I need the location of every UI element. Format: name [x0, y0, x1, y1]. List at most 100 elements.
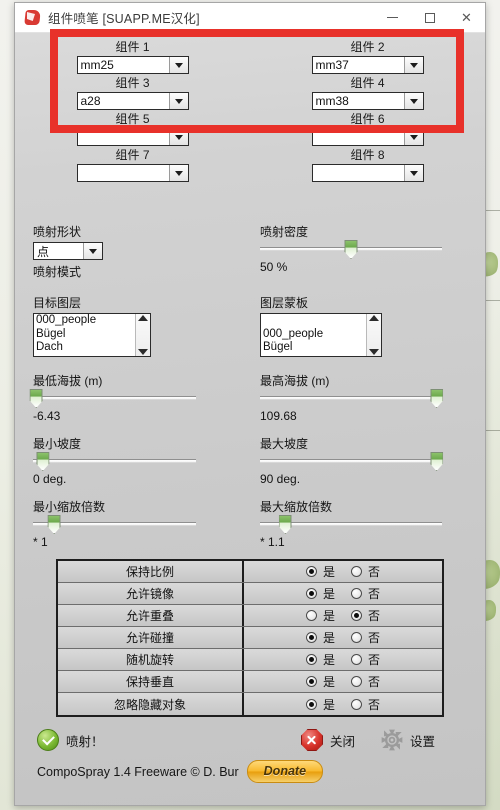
scroll-down-icon[interactable] — [369, 349, 379, 355]
slider-track — [33, 396, 196, 400]
radio-yes[interactable] — [305, 632, 317, 643]
table-row: 允许重叠 是 否 — [58, 605, 442, 627]
list-item[interactable]: 000_people — [263, 328, 366, 342]
listbox-scrollbar[interactable] — [366, 314, 381, 356]
slider-thumb[interactable] — [344, 240, 358, 259]
donate-button[interactable]: Donate — [246, 760, 324, 783]
component-3-dropdown[interactable]: a28 — [76, 92, 189, 110]
radio-no[interactable] — [351, 610, 362, 621]
min-slope-slider[interactable] — [33, 452, 196, 471]
radio-no[interactable] — [351, 698, 362, 710]
no-label: 否 — [368, 587, 381, 601]
spray-button[interactable]: 喷射！ — [37, 729, 104, 751]
slider-thumb[interactable] — [36, 452, 50, 471]
max-slope-slider[interactable] — [260, 452, 444, 471]
radio-no[interactable] — [351, 654, 362, 665]
target-layer-items: 000_people Bügel Dach — [34, 314, 135, 356]
component-2-label: 组件 2 — [350, 40, 385, 54]
chevron-down-icon[interactable] — [168, 165, 188, 181]
yes-label: 是 — [322, 675, 335, 689]
max-altitude-label: 最高海拔 (m) — [260, 374, 330, 388]
chevron-down-icon[interactable] — [83, 243, 102, 259]
min-scale-group: 最小缩放倍数 * 1 — [15, 498, 250, 549]
target-layer-group: 目标图层 000_people Bügel Dach — [15, 294, 250, 357]
list-item[interactable]: Dach — [36, 341, 135, 355]
list-item[interactable]: Bügel — [263, 341, 366, 355]
spray-shape-dropdown[interactable]: 点 — [33, 242, 103, 260]
list-item[interactable] — [263, 314, 366, 328]
radio-no[interactable] — [351, 566, 362, 577]
dialog-footer: 喷射！ 关闭 设置 CompoSpray 1.4 Freeware © D. B… — [15, 717, 485, 783]
option-label: 允许重叠 — [58, 605, 244, 626]
target-layer-listbox[interactable]: 000_people Bügel Dach — [33, 313, 151, 357]
settings-button[interactable]: 设置 — [381, 729, 435, 751]
chevron-down-icon[interactable] — [168, 93, 188, 109]
chevron-down-icon[interactable] — [403, 129, 423, 145]
window-controls: ✕ — [374, 3, 485, 32]
yes-label: 是 — [322, 653, 335, 667]
radio-no[interactable] — [351, 588, 362, 599]
spray-density-slider[interactable] — [260, 240, 442, 259]
component-4-dropdown[interactable]: mm38 — [311, 92, 424, 110]
scroll-up-icon[interactable] — [369, 315, 379, 321]
spray-shape-value: 点 — [37, 244, 50, 259]
chevron-down-icon[interactable] — [168, 57, 188, 73]
component-slot-8: 组件 8 — [250, 147, 485, 183]
min-altitude-group: 最低海拔 (m) -6.43 — [15, 372, 250, 423]
scroll-up-icon[interactable] — [138, 315, 148, 321]
title-bar: 组件喷笔 [SUAPP.ME汉化] ✕ — [15, 3, 485, 33]
slider-thumb[interactable] — [430, 452, 444, 471]
max-scale-value: * 1.1 — [260, 535, 285, 549]
scroll-down-icon[interactable] — [138, 349, 148, 355]
layer-mask-listbox[interactable]: 000_people Bügel — [260, 313, 382, 357]
chevron-down-icon[interactable] — [168, 129, 188, 145]
chevron-down-icon[interactable] — [403, 93, 423, 109]
close-button[interactable]: 关闭 — [300, 729, 355, 751]
radio-yes[interactable] — [305, 698, 317, 710]
min-altitude-slider[interactable] — [29, 389, 196, 408]
radio-no[interactable] — [351, 632, 362, 643]
component-6-dropdown[interactable] — [311, 128, 424, 146]
chevron-down-icon[interactable] — [403, 165, 423, 181]
min-scale-label: 最小缩放倍数 — [33, 500, 106, 514]
radio-yes[interactable] — [305, 654, 317, 665]
radio-yes[interactable] — [305, 588, 317, 599]
footer-actions: 喷射！ 关闭 设置 — [15, 729, 485, 751]
list-item[interactable]: Bügel — [36, 328, 135, 342]
radio-yes[interactable] — [305, 566, 317, 577]
component-8-dropdown[interactable] — [311, 164, 424, 182]
yes-label: 是 — [322, 565, 335, 579]
table-row: 忽略隐藏对象 是 否 — [58, 693, 442, 715]
maximize-button[interactable] — [411, 3, 448, 32]
component-2-value: mm37 — [315, 58, 349, 72]
max-altitude-group: 最高海拔 (m) 109.68 — [250, 372, 485, 423]
chevron-down-icon[interactable] — [403, 57, 423, 73]
component-1-dropdown[interactable]: mm25 — [76, 56, 189, 74]
list-item[interactable]: 000_people — [36, 314, 135, 328]
component-5-dropdown[interactable] — [76, 128, 189, 146]
min-scale-slider[interactable] — [33, 515, 196, 534]
max-scale-slider[interactable] — [260, 515, 442, 534]
component-row: 组件 3 a28 组件 4 mm38 — [15, 75, 485, 111]
listbox-scrollbar[interactable] — [135, 314, 150, 356]
min-altitude-label: 最低海拔 (m) — [33, 374, 103, 388]
component-row: 组件 5 组件 6 — [15, 111, 485, 147]
slider-thumb[interactable] — [47, 515, 61, 534]
option-label: 允许碰撞 — [58, 627, 244, 648]
slider-thumb[interactable] — [278, 515, 292, 534]
min-scale-value: * 1 — [33, 535, 48, 549]
slider-thumb[interactable] — [29, 389, 43, 408]
radio-yes[interactable] — [305, 676, 317, 687]
no-label: 否 — [368, 565, 381, 579]
slider-thumb[interactable] — [430, 389, 444, 408]
close-icon[interactable]: ✕ — [448, 3, 485, 32]
yes-label: 是 — [322, 587, 335, 601]
component-7-dropdown[interactable] — [76, 164, 189, 182]
minimize-button[interactable] — [374, 3, 411, 32]
max-altitude-slider[interactable] — [260, 389, 444, 408]
radio-yes[interactable] — [305, 610, 317, 621]
radio-no[interactable] — [351, 676, 362, 687]
component-2-dropdown[interactable]: mm37 — [311, 56, 424, 74]
sketchup-app-icon — [24, 9, 41, 26]
max-scale-group: 最大缩放倍数 * 1.1 — [250, 498, 485, 549]
